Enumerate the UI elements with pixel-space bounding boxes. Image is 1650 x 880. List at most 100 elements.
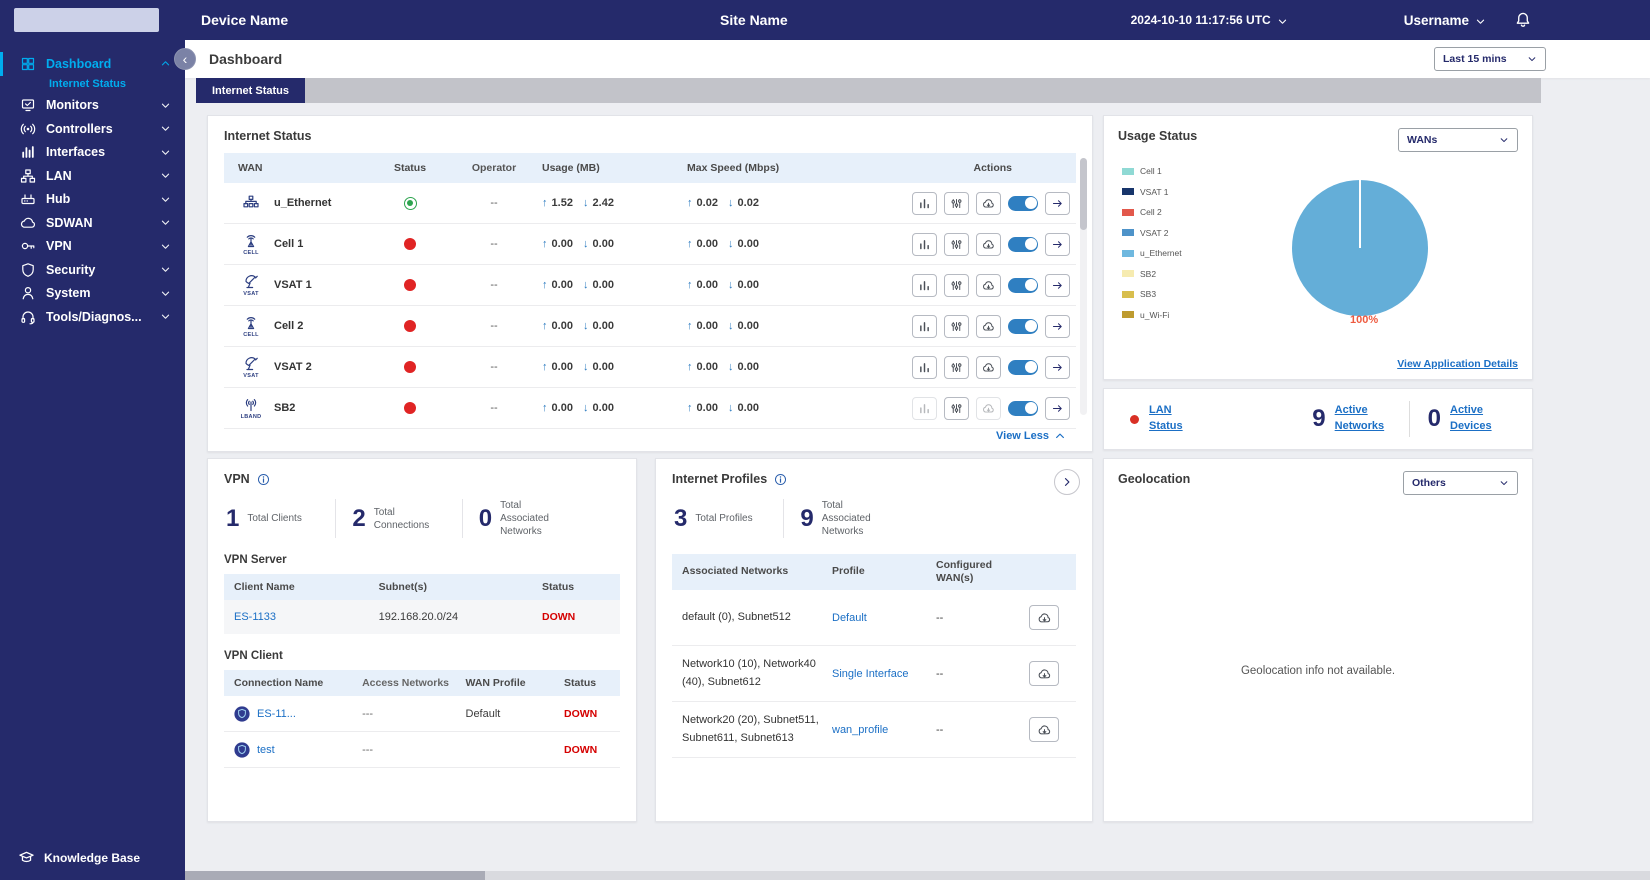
operator-value: -- bbox=[490, 402, 498, 414]
statistics-button[interactable] bbox=[912, 396, 937, 420]
sidebar-collapse-button[interactable]: ‹ bbox=[174, 48, 196, 70]
sidebar-item-system[interactable]: System bbox=[0, 282, 185, 306]
bandwidth-button[interactable] bbox=[944, 273, 969, 297]
cloud-refresh-button[interactable] bbox=[976, 232, 1001, 256]
cloud-action-button[interactable] bbox=[1029, 661, 1059, 686]
profiles-next-button[interactable] bbox=[1054, 469, 1080, 495]
active-networks-link[interactable]: Active Networks bbox=[1335, 403, 1391, 435]
active-devices-count: 0 bbox=[1427, 405, 1441, 432]
sidebar-item-tools-diagnos[interactable]: Tools/Diagnos... bbox=[0, 305, 185, 329]
legend-swatch bbox=[1122, 208, 1134, 216]
stat-label: Total Associated Networks bbox=[821, 500, 871, 537]
details-button[interactable] bbox=[1045, 314, 1070, 338]
vpn-shield-icon bbox=[234, 741, 250, 758]
view-less-link[interactable]: View Less bbox=[996, 430, 1066, 442]
sidebar-item-hub[interactable]: Hub bbox=[0, 188, 185, 212]
profiles-table-body: default (0), Subnet512 Default -- Network10… bbox=[672, 590, 1076, 758]
internet-status-title: Internet Status bbox=[224, 129, 312, 143]
cloud-action-button[interactable] bbox=[1029, 605, 1059, 630]
enable-toggle[interactable] bbox=[1008, 400, 1038, 416]
bandwidth-button[interactable] bbox=[944, 314, 969, 338]
details-button[interactable] bbox=[1045, 232, 1070, 256]
enable-toggle[interactable] bbox=[1008, 236, 1038, 252]
statistics-button[interactable] bbox=[912, 355, 937, 379]
tab-internet-status[interactable]: Internet Status bbox=[196, 78, 306, 103]
statistics-button[interactable] bbox=[912, 273, 937, 297]
details-button[interactable] bbox=[1045, 273, 1070, 297]
legend-label: Cell 1 bbox=[1140, 166, 1162, 176]
chevron-down-icon bbox=[1499, 135, 1509, 145]
bell-icon[interactable] bbox=[1514, 11, 1532, 29]
sidebar-item-controllers[interactable]: Controllers bbox=[0, 117, 185, 141]
details-button[interactable] bbox=[1045, 191, 1070, 215]
usage-value: ↑ 1.52 ↓ 2.42 bbox=[542, 197, 614, 209]
geolocation-filter-select[interactable]: Others bbox=[1403, 471, 1518, 495]
bandwidth-button[interactable] bbox=[944, 232, 969, 256]
sidebar-item-interfaces[interactable]: Interfaces bbox=[0, 141, 185, 165]
legend-item-sb3: SB3 bbox=[1122, 289, 1182, 299]
status-badge: DOWN bbox=[542, 611, 576, 623]
knowledge-base-link[interactable]: Knowledge Base bbox=[18, 849, 140, 866]
cloud-refresh-button[interactable] bbox=[976, 396, 1001, 420]
statistics-button[interactable] bbox=[912, 314, 937, 338]
usage-filter-select[interactable]: WANs bbox=[1398, 128, 1518, 152]
access-networks-value: --- bbox=[362, 743, 374, 756]
vpn-client-row: ES-11... --- Default DOWN bbox=[224, 696, 620, 732]
enable-toggle[interactable] bbox=[1008, 277, 1038, 293]
details-button[interactable] bbox=[1045, 355, 1070, 379]
main-content: ‹ Dashboard Last 15 mins Internet Status… bbox=[174, 40, 1650, 880]
cloud-refresh-button[interactable] bbox=[976, 273, 1001, 297]
statistics-button[interactable] bbox=[912, 191, 937, 215]
time-range-select[interactable]: Last 15 mins bbox=[1434, 47, 1546, 71]
active-networks-count: 9 bbox=[1312, 405, 1326, 432]
cloud-refresh-button[interactable] bbox=[976, 314, 1001, 338]
sidebar-item-vpn[interactable]: VPN bbox=[0, 235, 185, 259]
info-icon[interactable] bbox=[774, 473, 787, 486]
username-menu[interactable]: Username bbox=[1404, 13, 1469, 28]
profile-link[interactable]: wan_profile bbox=[832, 724, 888, 736]
sidebar-subitem-internet-status[interactable]: Internet Status bbox=[0, 76, 185, 94]
configured-wans-value: -- bbox=[936, 723, 944, 736]
profile-link[interactable]: Default bbox=[832, 612, 867, 624]
cloud-action-button[interactable] bbox=[1029, 717, 1059, 742]
lan-status-link[interactable]: LAN Status bbox=[1149, 403, 1205, 435]
sidebar-item-lan[interactable]: LAN bbox=[0, 164, 185, 188]
lan-status-indicator bbox=[1130, 414, 1139, 424]
scrollbar-thumb[interactable] bbox=[185, 871, 485, 880]
bandwidth-button[interactable] bbox=[944, 191, 969, 215]
cloud-refresh-icon bbox=[982, 402, 995, 415]
connection-name-link[interactable]: test bbox=[257, 744, 275, 756]
sidebar-item-monitors[interactable]: Monitors bbox=[0, 94, 185, 118]
bandwidth-button[interactable] bbox=[944, 396, 969, 420]
view-application-details-link[interactable]: View Application Details bbox=[1397, 358, 1518, 370]
connection-name-link[interactable]: ES-11... bbox=[257, 708, 296, 720]
active-devices-link[interactable]: Active Devices bbox=[1450, 403, 1506, 435]
enable-toggle[interactable] bbox=[1008, 359, 1038, 375]
profile-link[interactable]: Single Interface bbox=[832, 668, 908, 680]
vsat-icon bbox=[243, 356, 259, 372]
vpn-title: VPN bbox=[224, 472, 250, 486]
timestamp-menu[interactable]: 2024-10-10 11:17:56 UTC bbox=[1131, 13, 1271, 27]
details-button[interactable] bbox=[1045, 396, 1070, 420]
details-icon bbox=[1051, 402, 1064, 415]
access-networks-value: --- bbox=[362, 707, 374, 720]
cloud-refresh-button[interactable] bbox=[976, 355, 1001, 379]
controllers-icon bbox=[20, 121, 36, 137]
profiles-table-header: Associated Networks Profile Configured WAN… bbox=[672, 554, 1076, 590]
bandwidth-button[interactable] bbox=[944, 355, 969, 379]
scrollbar-thumb[interactable] bbox=[1080, 158, 1087, 230]
usage-value: ↑ 0.00 ↓ 0.00 bbox=[542, 238, 614, 250]
info-icon[interactable] bbox=[257, 473, 270, 486]
enable-toggle[interactable] bbox=[1008, 195, 1038, 211]
horizontal-scrollbar[interactable] bbox=[185, 871, 1650, 880]
statistics-button[interactable] bbox=[912, 232, 937, 256]
cloud-refresh-button[interactable] bbox=[976, 191, 1001, 215]
vertical-scrollbar[interactable] bbox=[1080, 158, 1087, 415]
sidebar-item-sdwan[interactable]: SDWAN bbox=[0, 211, 185, 235]
vpn-client-name-link[interactable]: ES-1133 bbox=[234, 611, 276, 623]
enable-toggle[interactable] bbox=[1008, 318, 1038, 334]
column-header: WAN bbox=[238, 162, 263, 174]
sidebar-item-dashboard[interactable]: Dashboard bbox=[0, 52, 185, 76]
vpn-server-header: Client Name Subnet(s) Status bbox=[224, 574, 620, 600]
sidebar-item-security[interactable]: Security bbox=[0, 258, 185, 282]
